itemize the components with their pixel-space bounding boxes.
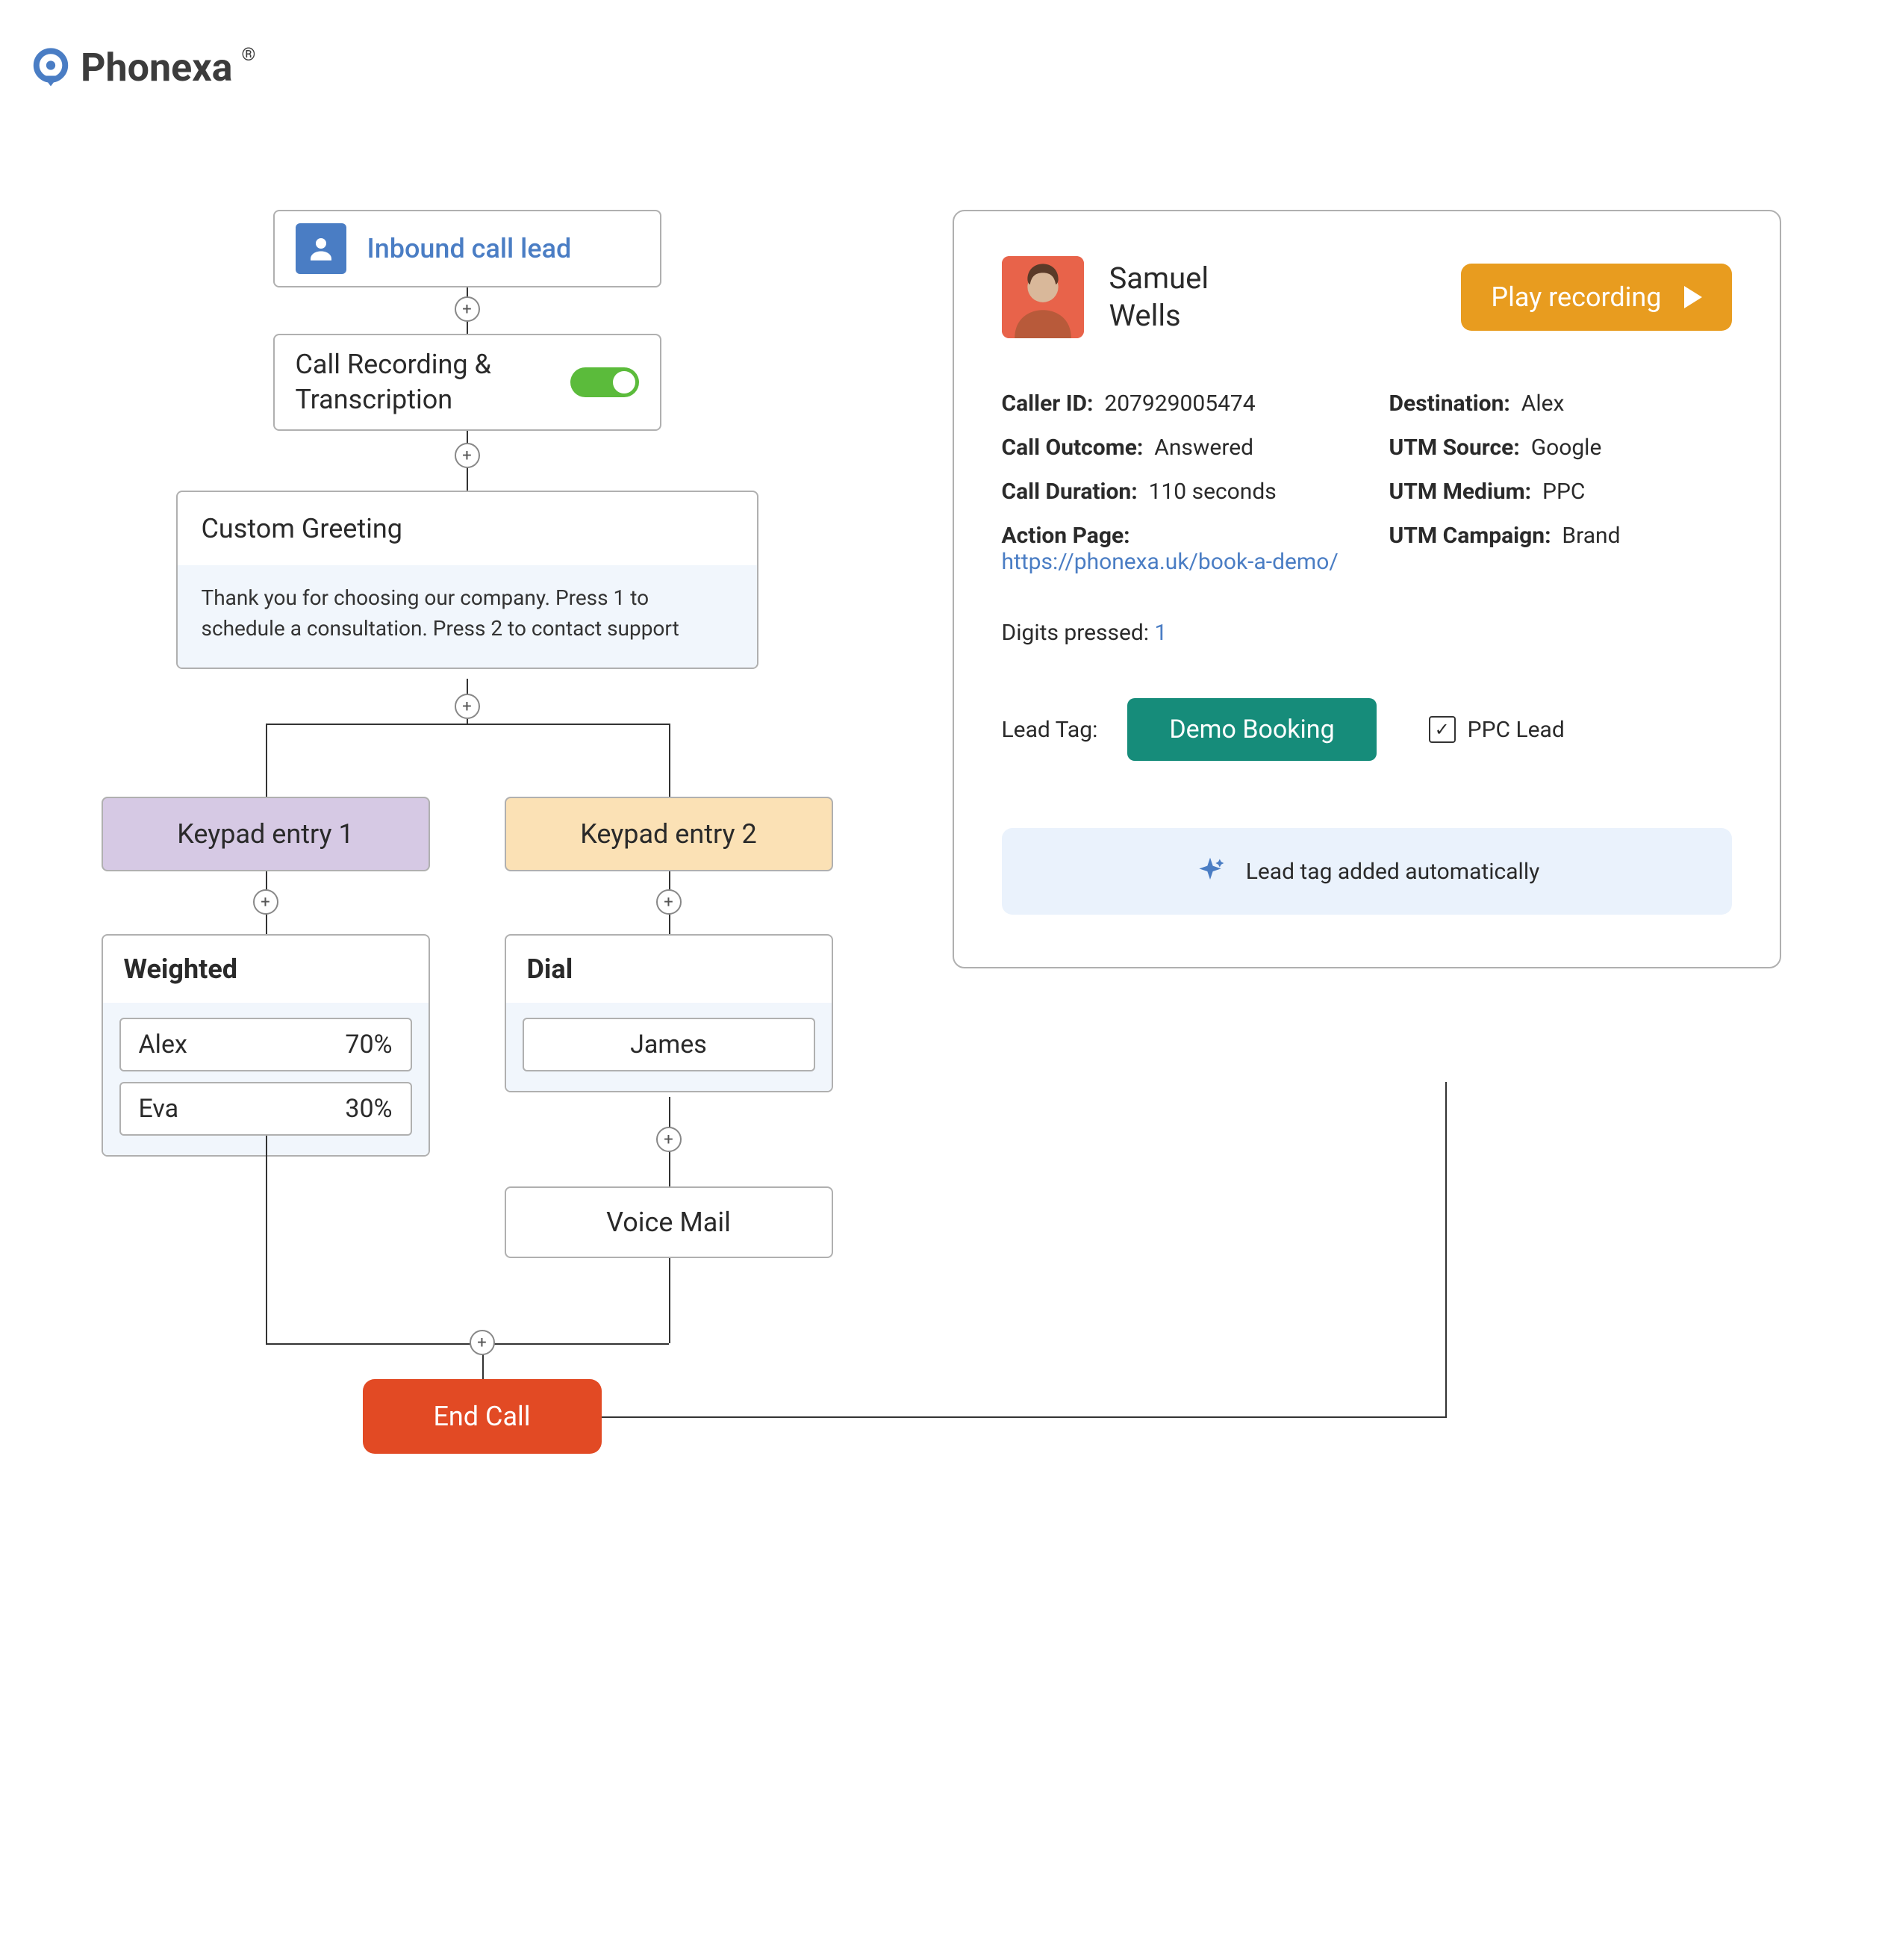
lead-tag-row: Lead Tag: Demo Booking ✓ PPC Lead [1002,698,1732,761]
person-icon [296,223,346,274]
weighted-body: Alex 70% Eva 30% [103,1003,429,1155]
greeting-text: Thank you for choosing our company. Pres… [178,565,757,668]
node-inbound-call-lead[interactable]: Inbound call lead [273,210,661,287]
dial-body: James [506,1003,832,1091]
detail-call-duration: Call Duration: 110 seconds [1002,479,1344,505]
details-left-column: Caller ID: 207929005474 Call Outcome: An… [1002,391,1344,575]
dial-name: James [523,1018,815,1071]
action-page-link[interactable]: https://phonexa.uk/book-a-demo/ [1002,549,1339,575]
weighted-row: Eva 30% [119,1082,412,1136]
detail-destination: Destination: Alex [1389,391,1732,417]
node-label: Call Recording & Transcription [296,347,535,417]
connector [266,724,267,797]
logo: Phonexa ® [15,45,1867,90]
detail-utm-source: UTM Source: Google [1389,435,1732,461]
node-title: Dial [506,936,832,1003]
weighted-name: Eva [139,1094,179,1124]
detail-caller-id: Caller ID: 207929005474 [1002,391,1344,417]
detail-action-page: Action Page:https://phonexa.uk/book-a-de… [1002,523,1344,575]
avatar [1002,256,1084,338]
node-keypad-entry-2[interactable]: Keypad entry 2 [505,797,833,871]
add-step-icon[interactable]: + [455,694,480,719]
ppc-lead-checkbox[interactable]: ✓ PPC Lead [1429,716,1565,743]
connector [602,1416,1445,1418]
checkbox-checked-icon: ✓ [1429,716,1456,743]
add-step-icon[interactable]: + [253,889,278,915]
add-step-icon[interactable]: + [656,889,682,915]
add-step-icon[interactable]: + [656,1127,682,1152]
details-right-column: Destination: Alex UTM Source: Google UTM… [1389,391,1732,575]
connector [266,724,669,725]
node-custom-greeting[interactable]: Custom Greeting Thank you for choosing o… [176,491,758,669]
lead-details: Caller ID: 207929005474 Call Outcome: An… [1002,391,1732,575]
node-call-recording[interactable]: Call Recording & Transcription [273,334,661,431]
node-voice-mail[interactable]: Voice Mail [505,1186,833,1258]
weighted-pct: 30% [345,1094,392,1124]
connector [266,1136,267,1343]
connector [1445,1082,1447,1418]
logo-text: Phonexa [81,45,233,90]
ppc-lead-label: PPC Lead [1468,717,1565,743]
auto-tag-banner: Lead tag added automatically [1002,828,1732,915]
lead-name-first: Samuel [1109,260,1209,297]
lead-name: Samuel Wells [1109,260,1209,335]
call-flow: Inbound call lead + Call Recording & Tra… [102,210,833,1479]
lead-tag-badge[interactable]: Demo Booking [1127,698,1376,761]
node-end-call[interactable]: End Call [363,1379,602,1454]
lead-tag-label: Lead Tag: [1002,717,1098,743]
node-label: Voice Mail [606,1207,731,1238]
detail-call-outcome: Call Outcome: Answered [1002,435,1344,461]
add-step-icon[interactable]: + [470,1330,495,1355]
lead-detail-panel: Samuel Wells Play recording Caller ID: 2… [953,210,1781,968]
add-step-icon[interactable]: + [455,443,480,468]
connector [669,1258,670,1343]
sparkle-icon [1194,855,1227,888]
node-keypad-entry-1[interactable]: Keypad entry 1 [102,797,430,871]
play-recording-button[interactable]: Play recording [1461,264,1731,331]
weighted-pct: 70% [345,1030,392,1060]
connector [669,724,670,797]
node-label: End Call [433,1401,530,1432]
weighted-name: Alex [139,1030,187,1060]
play-label: Play recording [1491,281,1661,313]
node-label: Inbound call lead [367,233,572,264]
lead-identity: Samuel Wells [1002,256,1209,338]
node-weighted[interactable]: Weighted Alex 70% Eva 30% [102,934,430,1157]
lead-name-last: Wells [1109,297,1209,335]
connector [266,1343,669,1345]
logo-icon [30,47,72,89]
toggle-on-icon[interactable] [570,367,639,397]
detail-utm-campaign: UTM Campaign: Brand [1389,523,1732,549]
node-label: Keypad entry 1 [177,818,354,850]
digits-pressed: Digits pressed: 1 [1002,620,1732,646]
node-dial[interactable]: Dial James [505,934,833,1092]
play-icon [1684,286,1702,308]
add-step-icon[interactable]: + [455,296,480,322]
logo-reg: ® [242,44,256,65]
node-title: Custom Greeting [178,492,757,565]
node-label: Keypad entry 2 [580,818,757,850]
node-title: Weighted [103,936,429,1003]
weighted-row: Alex 70% [119,1018,412,1071]
auto-tag-text: Lead tag added automatically [1246,859,1540,885]
detail-utm-medium: UTM Medium: PPC [1389,479,1732,505]
panel-header: Samuel Wells Play recording [1002,256,1732,338]
